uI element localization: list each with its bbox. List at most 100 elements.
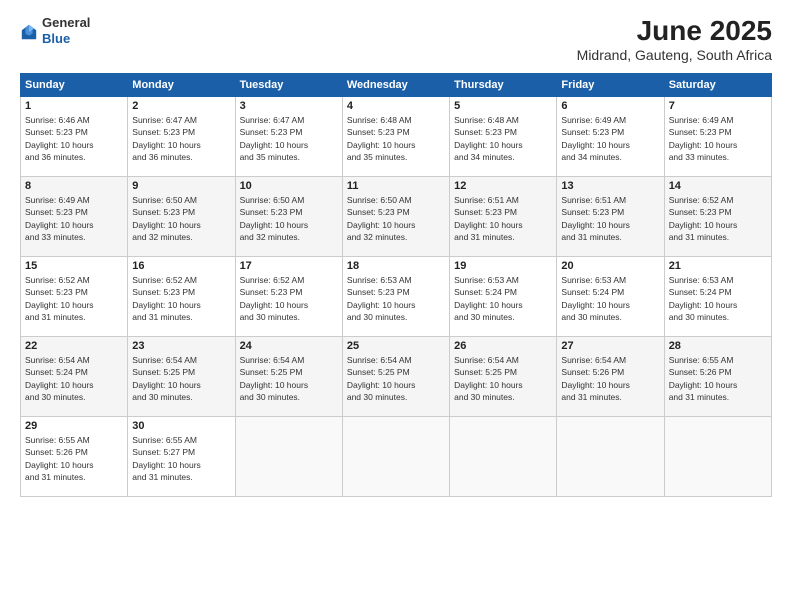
table-row: 13 Sunrise: 6:51 AM Sunset: 5:23 PM Dayli… [557,177,664,257]
day-number: 10 [240,180,338,192]
table-row [557,417,664,497]
table-row: 30 Sunrise: 6:55 AM Sunset: 5:27 PM Dayli… [128,417,235,497]
table-row: 8Sunrise: 6:49 AM Sunset: 5:23 PM Daylig… [21,177,128,257]
col-header-wednesday: Wednesday [342,74,449,97]
day-info: Sunrise: 6:53 AM Sunset: 5:24 PM Dayligh… [561,274,659,323]
day-number: 3 [240,100,338,112]
day-number: 19 [454,260,552,272]
table-row [235,417,342,497]
day-number: 13 [561,180,659,192]
table-row: 15Sunrise: 6:52 AM Sunset: 5:23 PM Dayli… [21,257,128,337]
week-row-1: 1 Sunrise: 6:46 AM Sunset: 5:23 PM Daylig… [21,97,772,177]
table-row: 16 Sunrise: 6:52 AM Sunset: 5:23 PM Dayli… [128,257,235,337]
table-row: 19 Sunrise: 6:53 AM Sunset: 5:24 PM Dayli… [450,257,557,337]
day-number: 17 [240,260,338,272]
day-number: 14 [669,180,767,192]
day-info: Sunrise: 6:55 AM Sunset: 5:26 PM Dayligh… [669,354,767,403]
day-info: Sunrise: 6:46 AM Sunset: 5:23 PM Dayligh… [25,114,123,163]
table-row: 12 Sunrise: 6:51 AM Sunset: 5:23 PM Dayli… [450,177,557,257]
table-row: 24Sunrise: 6:54 AM Sunset: 5:25 PM Dayli… [235,337,342,417]
day-number: 22 [25,340,123,352]
table-row: 9Sunrise: 6:50 AM Sunset: 5:23 PM Daylig… [128,177,235,257]
table-row: 4 Sunrise: 6:48 AM Sunset: 5:23 PM Daylig… [342,97,449,177]
table-row: 11 Sunrise: 6:50 AM Sunset: 5:23 PM Dayli… [342,177,449,257]
table-row: 2 Sunrise: 6:47 AM Sunset: 5:23 PM Daylig… [128,97,235,177]
day-info: Sunrise: 6:50 AM Sunset: 5:23 PM Dayligh… [132,194,230,243]
day-number: 16 [132,260,230,272]
day-number: 11 [347,180,445,192]
table-row: 3 Sunrise: 6:47 AM Sunset: 5:23 PM Daylig… [235,97,342,177]
table-row [450,417,557,497]
day-info: Sunrise: 6:53 AM Sunset: 5:24 PM Dayligh… [454,274,552,323]
calendar-title: June 2025 [577,15,772,47]
table-row: 7 Sunrise: 6:49 AM Sunset: 5:23 PM Daylig… [664,97,771,177]
day-number: 20 [561,260,659,272]
day-number: 1 [25,100,123,112]
day-number: 26 [454,340,552,352]
day-number: 30 [132,420,230,432]
table-row: 22 Sunrise: 6:54 AM Sunset: 5:24 PM Dayli… [21,337,128,417]
table-row: 20 Sunrise: 6:53 AM Sunset: 5:24 PM Dayli… [557,257,664,337]
day-number: 7 [669,100,767,112]
table-row: 10 Sunrise: 6:50 AM Sunset: 5:23 PM Dayli… [235,177,342,257]
table-row: 29 Sunrise: 6:55 AM Sunset: 5:26 PM Dayli… [21,417,128,497]
day-number: 2 [132,100,230,112]
col-header-saturday: Saturday [664,74,771,97]
table-row: 23Sunrise: 6:54 AM Sunset: 5:25 PM Dayli… [128,337,235,417]
day-info: Sunrise: 6:54 AM Sunset: 5:25 PM Dayligh… [454,354,552,403]
table-row [664,417,771,497]
day-info: Sunrise: 6:48 AM Sunset: 5:23 PM Dayligh… [454,114,552,163]
day-number: 23 [132,340,230,352]
day-number: 4 [347,100,445,112]
title-block: June 2025 Midrand, Gauteng, South Africa [577,15,772,63]
day-info: Sunrise: 6:52 AM Sunset: 5:23 PM Dayligh… [240,274,338,323]
day-info: Sunrise: 6:49 AM Sunset: 5:23 PM Dayligh… [561,114,659,163]
col-header-monday: Monday [128,74,235,97]
day-number: 29 [25,420,123,432]
day-info: Sunrise: 6:54 AM Sunset: 5:24 PM Dayligh… [25,354,123,403]
calendar-subtitle: Midrand, Gauteng, South Africa [577,47,772,63]
day-number: 25 [347,340,445,352]
logo-blue: Blue [42,31,90,47]
col-header-tuesday: Tuesday [235,74,342,97]
day-info: Sunrise: 6:53 AM Sunset: 5:23 PM Dayligh… [347,274,445,323]
day-number: 8 [25,180,123,192]
table-row: 1 Sunrise: 6:46 AM Sunset: 5:23 PM Daylig… [21,97,128,177]
day-info: Sunrise: 6:47 AM Sunset: 5:23 PM Dayligh… [240,114,338,163]
table-row: 26 Sunrise: 6:54 AM Sunset: 5:25 PM Dayli… [450,337,557,417]
table-row: 17 Sunrise: 6:52 AM Sunset: 5:23 PM Dayli… [235,257,342,337]
week-row-2: 8Sunrise: 6:49 AM Sunset: 5:23 PM Daylig… [21,177,772,257]
day-number: 12 [454,180,552,192]
day-info: Sunrise: 6:54 AM Sunset: 5:25 PM Dayligh… [347,354,445,403]
logo-icon [20,23,38,41]
day-number: 27 [561,340,659,352]
week-row-5: 29 Sunrise: 6:55 AM Sunset: 5:26 PM Dayli… [21,417,772,497]
day-info: Sunrise: 6:50 AM Sunset: 5:23 PM Dayligh… [240,194,338,243]
table-row: 18Sunrise: 6:53 AM Sunset: 5:23 PM Dayli… [342,257,449,337]
table-row: 6 Sunrise: 6:49 AM Sunset: 5:23 PM Daylig… [557,97,664,177]
day-info: Sunrise: 6:47 AM Sunset: 5:23 PM Dayligh… [132,114,230,163]
day-info: Sunrise: 6:48 AM Sunset: 5:23 PM Dayligh… [347,114,445,163]
day-number: 28 [669,340,767,352]
logo: General Blue [20,15,90,46]
table-row [342,417,449,497]
day-info: Sunrise: 6:53 AM Sunset: 5:24 PM Dayligh… [669,274,767,323]
week-row-4: 22 Sunrise: 6:54 AM Sunset: 5:24 PM Dayli… [21,337,772,417]
day-number: 15 [25,260,123,272]
day-info: Sunrise: 6:52 AM Sunset: 5:23 PM Dayligh… [132,274,230,323]
table-row: 14Sunrise: 6:52 AM Sunset: 5:23 PM Dayli… [664,177,771,257]
col-header-friday: Friday [557,74,664,97]
day-info: Sunrise: 6:49 AM Sunset: 5:23 PM Dayligh… [669,114,767,163]
day-info: Sunrise: 6:51 AM Sunset: 5:23 PM Dayligh… [454,194,552,243]
day-number: 6 [561,100,659,112]
table-row: 25 Sunrise: 6:54 AM Sunset: 5:25 PM Dayli… [342,337,449,417]
day-info: Sunrise: 6:55 AM Sunset: 5:27 PM Dayligh… [132,434,230,483]
day-number: 5 [454,100,552,112]
calendar-table: SundayMondayTuesdayWednesdayThursdayFrid… [20,73,772,497]
day-info: Sunrise: 6:55 AM Sunset: 5:26 PM Dayligh… [25,434,123,483]
day-info: Sunrise: 6:51 AM Sunset: 5:23 PM Dayligh… [561,194,659,243]
day-info: Sunrise: 6:50 AM Sunset: 5:23 PM Dayligh… [347,194,445,243]
day-number: 21 [669,260,767,272]
table-row: 5 Sunrise: 6:48 AM Sunset: 5:23 PM Daylig… [450,97,557,177]
calendar-header-row: SundayMondayTuesdayWednesdayThursdayFrid… [21,74,772,97]
